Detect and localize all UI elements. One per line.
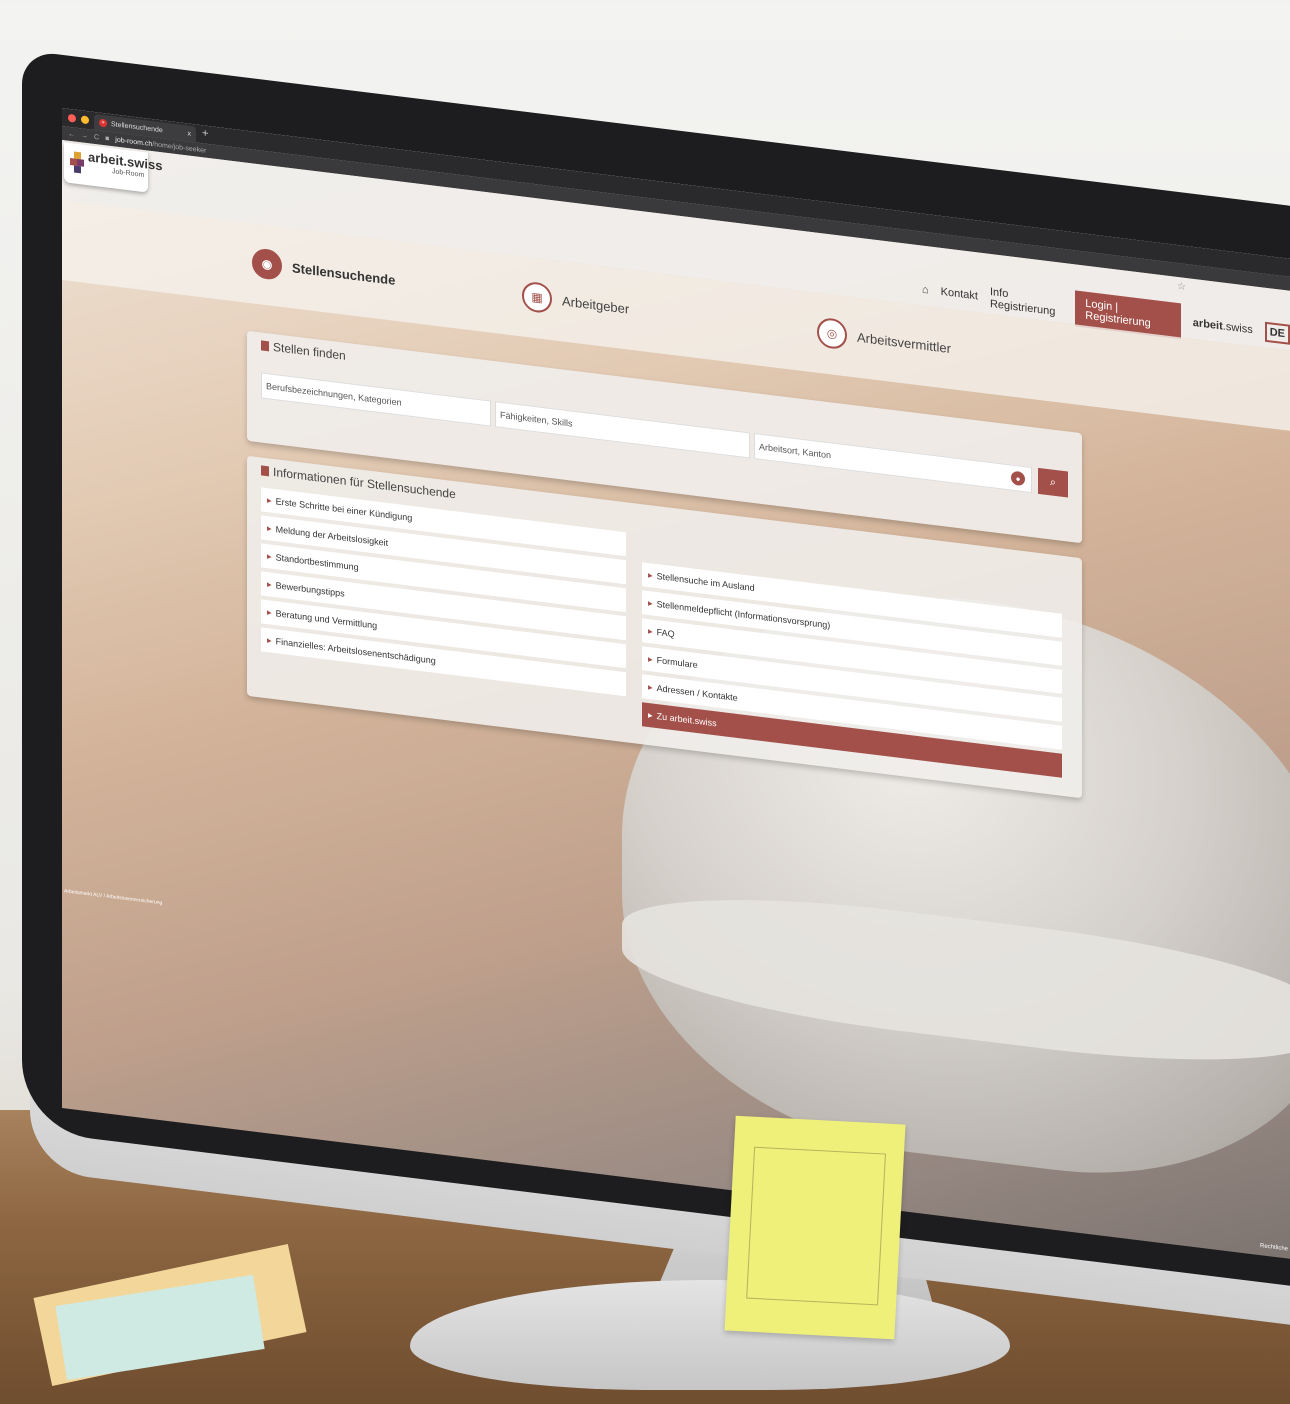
building-icon: ▦ [522,280,552,315]
bookmark-star-icon[interactable]: ☆ [1177,281,1186,293]
footer-left-text: Arbeitsmarkt ALV / Arbeitslosenversicher… [64,888,163,907]
tab-arbeitgeber[interactable]: ▦ Arbeitgeber [522,280,629,323]
info-links-right: ▶ Stellensuche im Ausland ▶ Stellenmeldepf… [642,562,1062,778]
caret-right-icon: ▶ [267,581,272,589]
search-panel-title: Stellen finden [261,338,346,363]
logo-mark-icon [70,151,86,177]
caret-right-icon: ▶ [648,684,653,692]
caret-right-icon: ▶ [648,572,653,580]
lock-icon: ■ [105,134,110,143]
close-window-icon[interactable] [68,113,76,123]
back-icon[interactable]: ← [68,130,75,138]
nav-kontakt[interactable]: Kontakt [941,286,978,303]
caret-right-icon: ▶ [267,637,272,645]
info-doc-icon [261,465,269,477]
skills-input[interactable]: Fähigkeiten, Skills [495,401,750,459]
browser-screen: + Stellensuchende x + ← → C ■ job-room.c… [62,108,1290,1259]
caret-right-icon: ▶ [648,712,653,720]
location-input[interactable]: Arbeitsort, Kanton ● [754,432,1032,494]
search-button[interactable]: ⌕ [1038,467,1068,498]
search-doc-icon [261,340,269,352]
binoculars-icon: ◉ [252,247,282,282]
swiss-flag-icon: + [99,118,107,128]
caret-right-icon: ▶ [267,497,272,505]
caret-right-icon: ▶ [648,628,653,636]
language-selector[interactable]: DE [1264,321,1290,345]
forward-icon[interactable]: → [81,132,88,140]
caret-right-icon: ▶ [648,600,653,608]
caret-right-icon: ▶ [267,553,272,561]
location-pin-icon[interactable]: ● [1011,470,1025,487]
caret-right-icon: ▶ [267,609,272,617]
search-icon: ⌕ [1049,475,1057,489]
footer-legal-link[interactable]: Rechtliche [1260,1243,1288,1252]
tab-arbeitsvermittler[interactable]: ◎ Arbeitsvermittler [817,316,951,363]
tab-stellensuchende[interactable]: ◉ Stellensuchende [252,247,395,295]
reload-icon[interactable]: C [94,133,99,141]
nav-info-registrierung[interactable]: Info Registrierung [990,286,1063,319]
occupation-input[interactable]: Berufsbezeichnungen, Kategorien [261,372,491,427]
sticky-note [724,1115,906,1340]
home-icon[interactable]: ⌂ [922,284,929,297]
brand-link[interactable]: arbeit.swiss [1193,317,1253,336]
eye-icon: ◎ [817,316,847,351]
minimize-window-icon[interactable] [81,115,89,125]
info-links-left: ▶ Erste Schritte bei einer Kündigung ▶ Mel… [261,487,626,697]
tab-title: Stellensuchende [111,120,163,134]
caret-right-icon: ▶ [648,656,653,664]
caret-right-icon: ▶ [267,525,272,533]
sticky-note-sketch [746,1146,886,1306]
new-tab-button[interactable]: + [202,127,208,140]
tab-close-icon[interactable]: x [188,130,192,137]
